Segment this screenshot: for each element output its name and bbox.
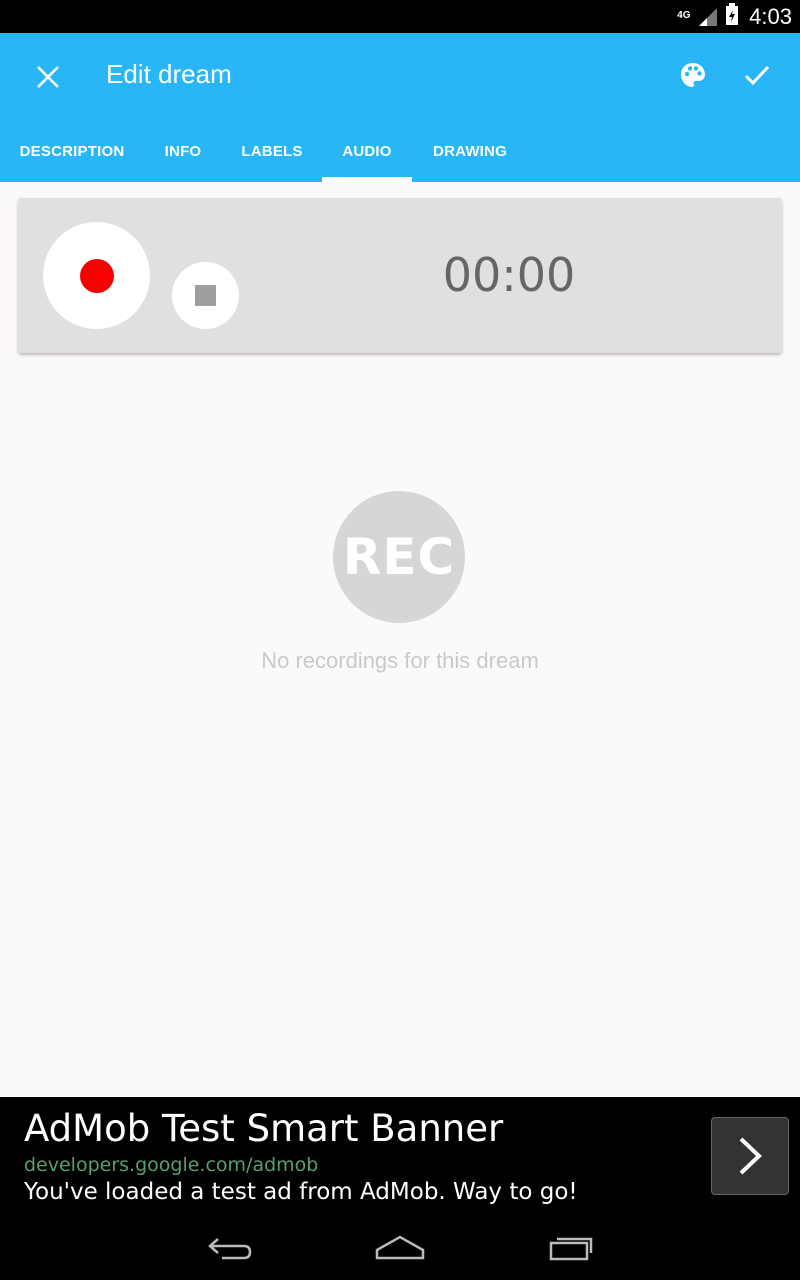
clock: 4:03 [749,3,792,29]
battery-icon [725,3,739,30]
status-icons: 4G 4:03 [677,0,792,33]
save-button[interactable] [733,51,781,99]
page-title: Edit dream [106,59,232,89]
ad-banner[interactable]: AdMob Test Smart Banner developers.googl… [0,1097,800,1214]
palette-icon [681,63,705,87]
stop-icon [195,285,216,306]
home-button[interactable] [360,1222,440,1272]
back-button[interactable] [190,1222,270,1272]
recorder-card: 00:00 [18,198,782,353]
rec-icon-label: REC [342,528,456,586]
tab-bar: DESCRIPTION INFO LABELS AUDIO DRAWING [0,121,800,182]
empty-state-message: No recordings for this dream [261,648,539,673]
check-icon [744,65,770,86]
recents-icon [549,1237,593,1261]
toolbar: Edit dream [0,33,800,121]
system-nav-bar [0,1214,800,1280]
chevron-right-icon [739,1137,762,1175]
record-icon [79,258,114,293]
ad-url[interactable]: developers.google.com/admob [24,1154,318,1176]
ad-open-button[interactable] [711,1117,789,1195]
tab-audio[interactable]: AUDIO [322,121,412,182]
tab-drawing[interactable]: DRAWING [412,121,528,182]
back-icon [208,1238,252,1260]
tab-description[interactable]: DESCRIPTION [0,121,144,182]
stop-button[interactable] [172,262,239,329]
ad-body[interactable]: You've loaded a test ad from AdMob. Way … [24,1179,578,1205]
tab-info[interactable]: INFO [144,121,222,182]
rec-icon: REC [333,491,465,623]
close-icon [37,66,59,88]
status-bar: 4G 4:03 [0,0,800,33]
palette-button[interactable] [669,51,717,99]
record-button[interactable] [43,222,150,329]
recording-timer: 00:00 [442,248,576,302]
signal-icon: 4G [677,6,719,28]
network-type: 4G [677,9,691,21]
recents-button[interactable] [531,1222,611,1272]
app-bar: Edit dream DESCRIPTION INFO LABELS AUDIO… [0,33,800,182]
ad-title[interactable]: AdMob Test Smart Banner [24,1107,503,1150]
home-icon [375,1235,425,1260]
selected-tab-indicator [322,177,412,182]
tab-labels[interactable]: LABELS [222,121,322,182]
close-button[interactable] [24,53,72,101]
